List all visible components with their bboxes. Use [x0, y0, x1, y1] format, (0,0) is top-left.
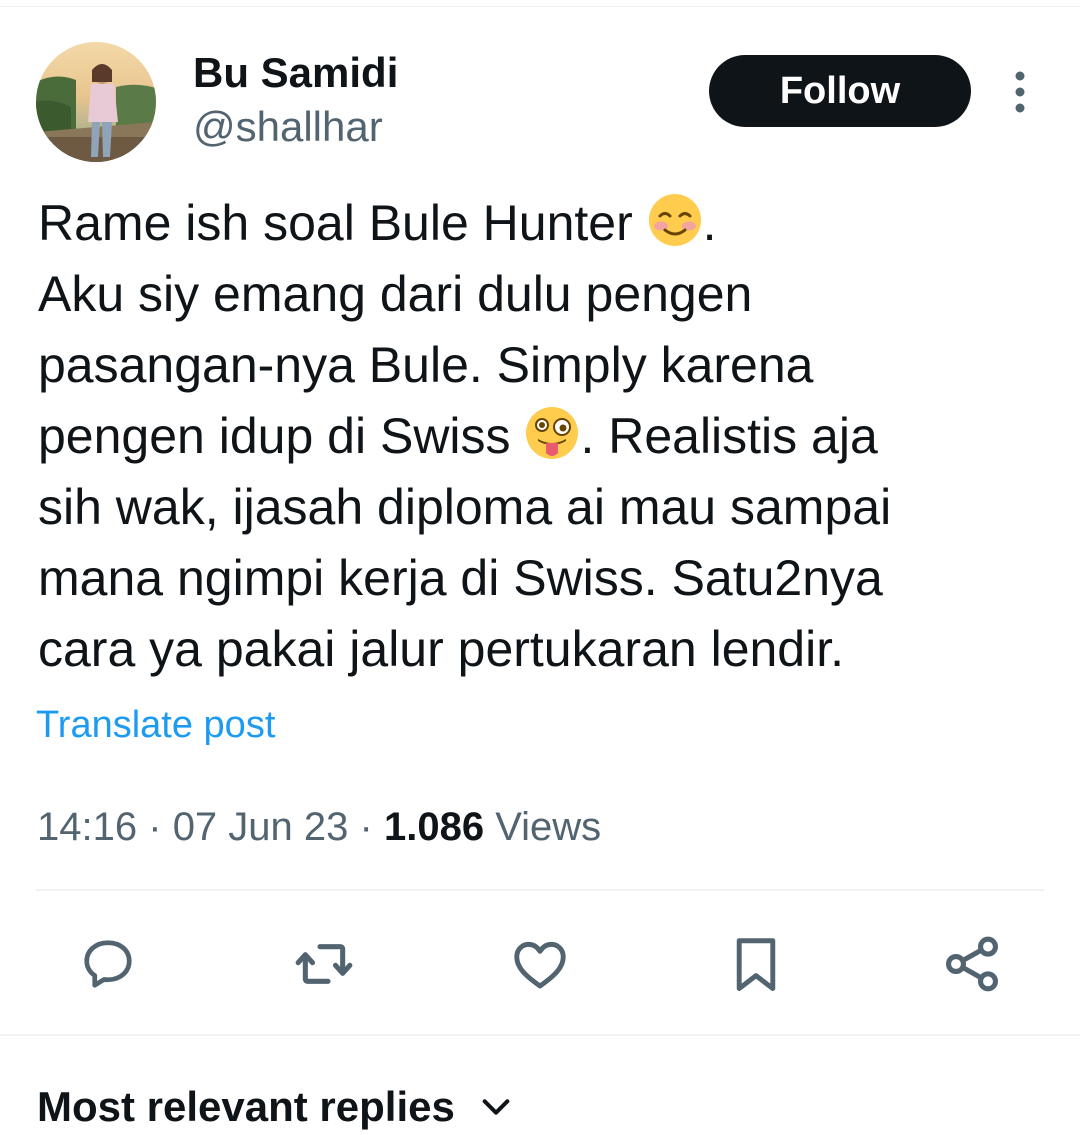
tweet-line-5: sih wak, ijasah diploma ai mau sampai — [38, 479, 892, 535]
tweet-line-1-end: . — [702, 195, 717, 251]
tweet-line-6: mana ngimpi kerja di Swiss. Satu2nya — [38, 550, 883, 606]
divider — [36, 889, 1044, 891]
replies-sort-dropdown[interactable]: Most relevant replies — [37, 1086, 513, 1128]
views-count[interactable]: 1.086 — [384, 805, 484, 849]
author-name[interactable]: Bu Samidi — [193, 52, 398, 94]
tweet-time[interactable]: 14:16 — [37, 805, 137, 849]
divider — [0, 1034, 1080, 1036]
tweet-date[interactable]: 07 Jun 23 — [173, 805, 349, 849]
author-handle[interactable]: @shallhar — [193, 106, 383, 148]
action-bar — [0, 932, 1080, 996]
tweet-line-1: Rame ish soal Bule Hunter — [38, 195, 647, 251]
heart-icon[interactable] — [508, 932, 572, 996]
reply-icon[interactable] — [76, 932, 140, 996]
bookmark-icon[interactable] — [724, 932, 788, 996]
meta-separator: · — [148, 805, 162, 849]
more-options-icon[interactable] — [1008, 70, 1032, 114]
share-icon[interactable] — [940, 932, 1004, 996]
tweet-line-4-end: . Realistis aja — [580, 408, 878, 464]
translate-post-link[interactable]: Translate post — [36, 706, 275, 744]
repost-icon[interactable] — [292, 932, 356, 996]
tweet-line-7: cara ya pakai jalur pertukaran lendir. — [38, 621, 845, 677]
tweet-meta: 14:16 · 07 Jun 23 · 1.086 Views — [37, 807, 601, 847]
tweet-line-2: Aku siy emang dari dulu pengen — [38, 266, 753, 322]
tweet-line-4: pengen idup di Swiss — [38, 408, 525, 464]
views-label[interactable]: Views — [495, 805, 601, 849]
chevron-down-icon — [482, 1099, 510, 1115]
avatar-photo — [36, 42, 156, 162]
meta-separator: · — [359, 805, 373, 849]
smiling-blush-emoji-icon — [647, 192, 703, 248]
replies-sort-label: Most relevant replies — [37, 1083, 455, 1130]
tweet-line-3: pasangan-nya Bule. Simply karena — [38, 337, 814, 393]
zany-face-emoji-icon — [524, 405, 580, 461]
follow-button[interactable]: Follow — [709, 55, 971, 127]
avatar[interactable] — [36, 42, 156, 162]
top-divider — [0, 6, 1080, 7]
tweet-header: Bu Samidi @shallhar Follow — [36, 42, 1046, 166]
tweet-text: Rame ish soal Bule Hunter . Aku siy eman… — [38, 188, 1048, 685]
